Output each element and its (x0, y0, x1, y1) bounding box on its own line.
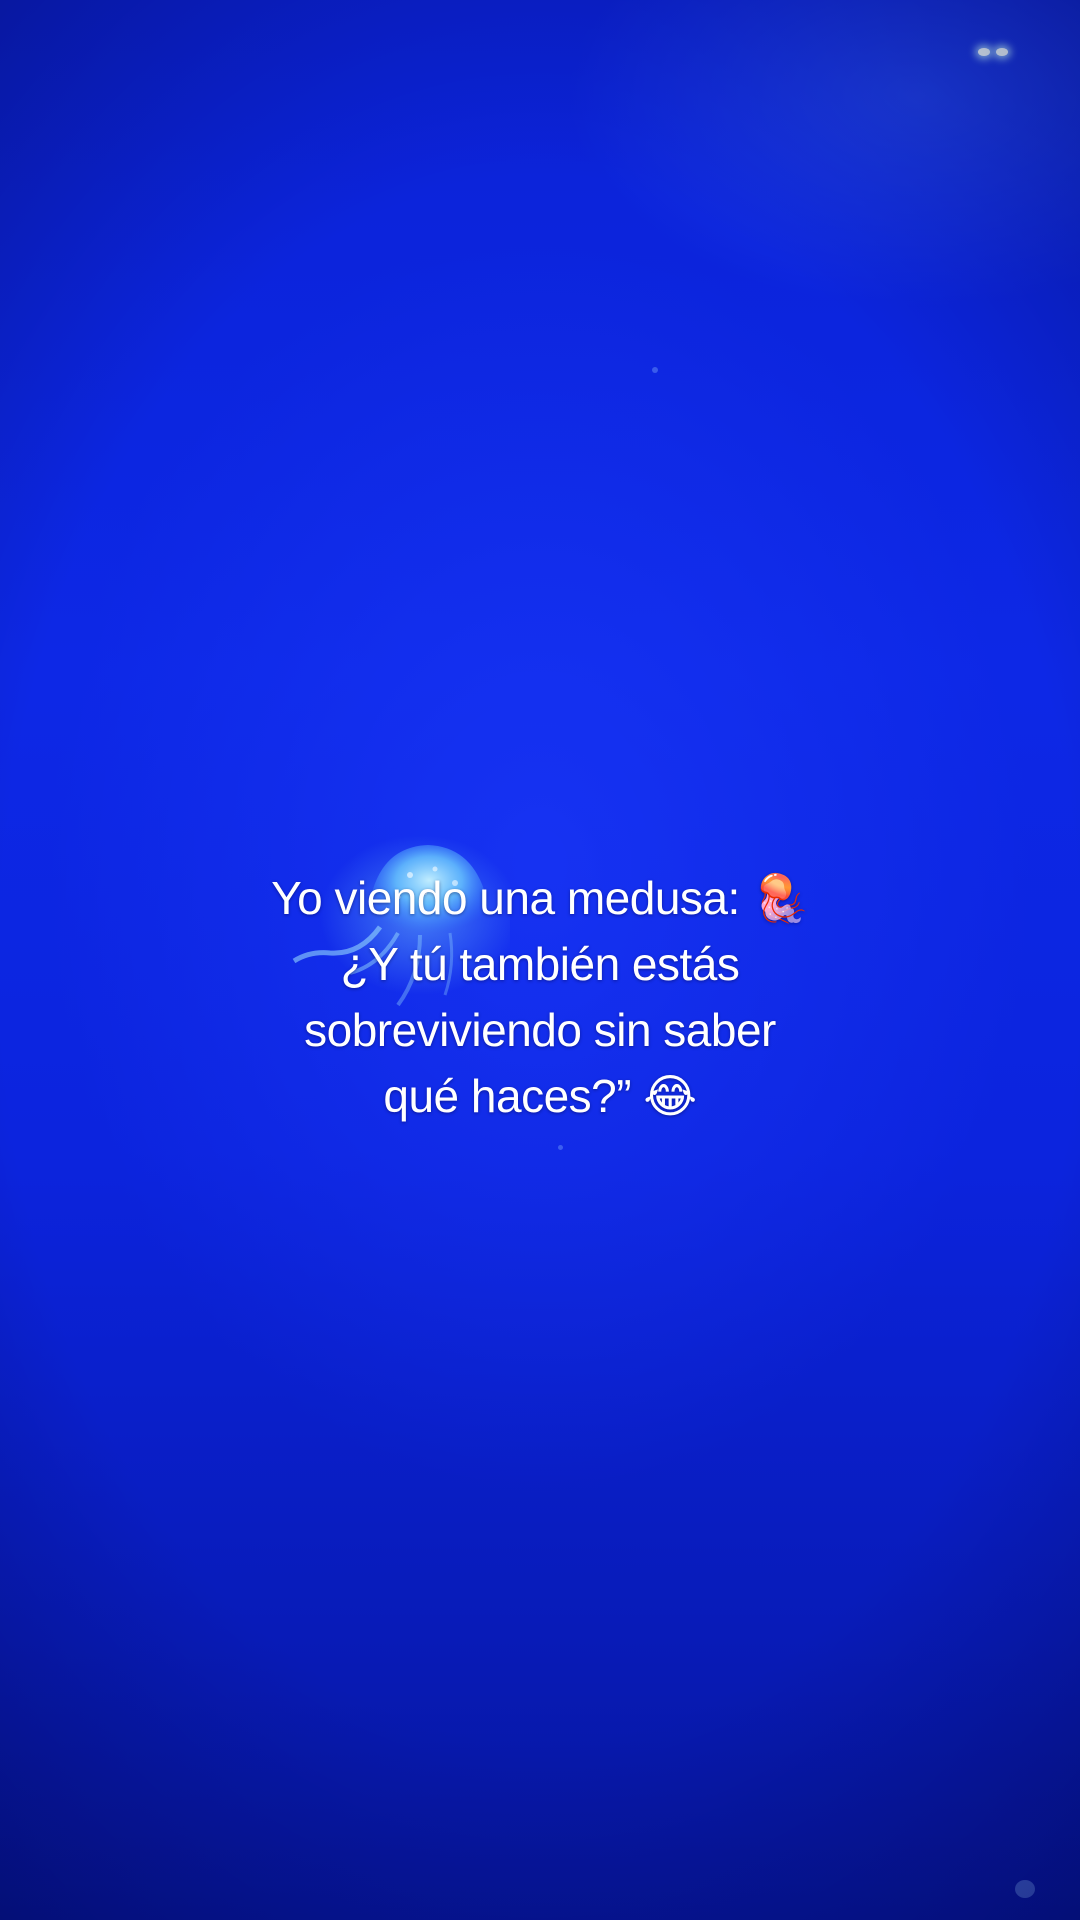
caption-line: sobreviviendo sin saber (304, 1004, 776, 1056)
caption-line: Yo viendo una medusa: 🪼 (271, 872, 809, 924)
particle (558, 1145, 563, 1150)
aquarium-lights (978, 46, 1014, 58)
particle (652, 367, 658, 373)
video-caption: Yo viendo una medusa: 🪼 ¿Y tú también es… (140, 865, 940, 1129)
caption-line: qué haces?” 😂 (383, 1070, 697, 1122)
video-frame: Yo viendo una medusa: 🪼 ¿Y tú también es… (0, 0, 1080, 1920)
caption-line: ¿Y tú también estás (340, 938, 740, 990)
particle (1015, 1880, 1035, 1898)
